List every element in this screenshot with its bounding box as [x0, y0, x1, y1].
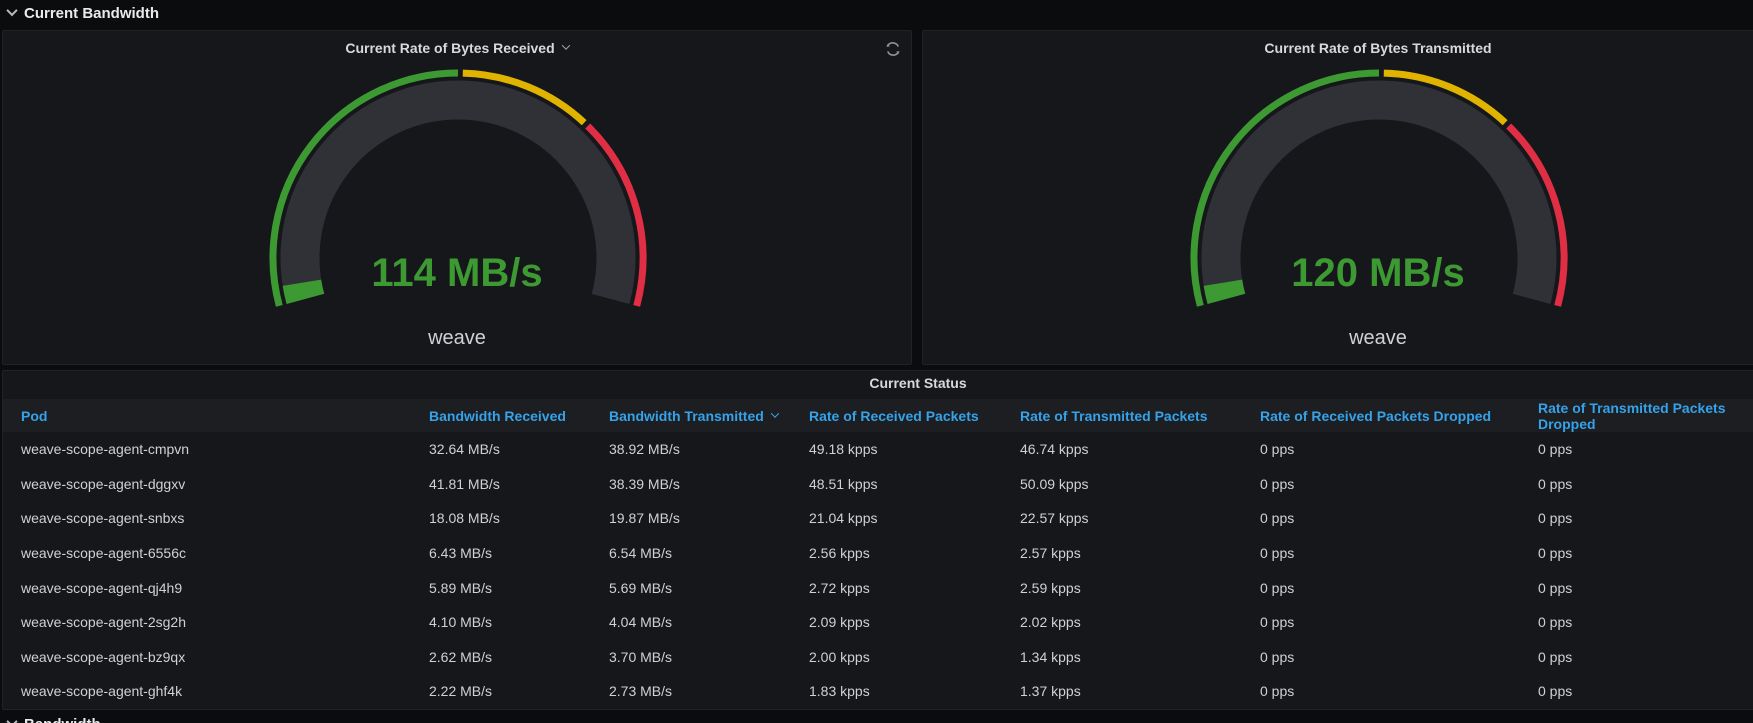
table-cell: 4.04 MB/s — [609, 614, 809, 630]
table-cell: 6.54 MB/s — [609, 545, 809, 561]
table-panel-title: Current Status — [3, 375, 1753, 391]
table-cell: 0 pps — [1260, 649, 1538, 665]
table-cell: 0 pps — [1260, 683, 1538, 699]
table-cell: 22.57 kpps — [1020, 510, 1260, 526]
table-cell: 19.87 MB/s — [609, 510, 809, 526]
chevron-down-icon — [561, 41, 569, 49]
table-row: weave-scope-agent-2sg2h 4.10 MB/s4.04 MB/… — [3, 605, 1753, 640]
table-row: weave-scope-agent-cmpvn 32.64 MB/s38.92 M… — [3, 432, 1753, 467]
pod-link[interactable]: weave-scope-agent-ghf4k — [21, 683, 182, 699]
table-cell: 0 pps — [1260, 580, 1538, 596]
table-cell: 2.57 kpps — [1020, 545, 1260, 561]
table-cell: 0 pps — [1260, 545, 1538, 561]
table-cell: 6.43 MB/s — [429, 545, 609, 561]
table-cell: 0 pps — [1538, 476, 1753, 492]
gauge-value: 114 MB/s — [3, 249, 911, 297]
table-cell: 46.74 kpps — [1020, 441, 1260, 457]
pod-link[interactable]: weave-scope-agent-2sg2h — [21, 614, 186, 630]
table-cell: 3.70 MB/s — [609, 649, 809, 665]
panel-title-bytes-transmitted[interactable]: Current Rate of Bytes Transmitted — [923, 40, 1753, 56]
table-cell: 2.59 kpps — [1020, 580, 1260, 596]
table-cell: 5.69 MB/s — [609, 580, 809, 596]
table-row: weave-scope-agent-ghf4k 2.22 MB/s2.73 MB/… — [3, 674, 1753, 709]
status-table: Pod Bandwidth Received Bandwidth Transmi… — [3, 399, 1753, 709]
pod-link[interactable]: weave-scope-agent-qj4h9 — [21, 580, 182, 596]
pod-link[interactable]: weave-scope-agent-cmpvn — [21, 441, 189, 457]
table-cell: 49.18 kpps — [809, 441, 1020, 457]
table-body: weave-scope-agent-cmpvn 32.64 MB/s38.92 M… — [3, 432, 1753, 709]
table-cell: 0 pps — [1260, 510, 1538, 526]
table-cell: 4.10 MB/s — [429, 614, 609, 630]
column-header-rate-received-packets-dropped[interactable]: Rate of Received Packets Dropped — [1260, 408, 1538, 424]
table-cell: 0 pps — [1538, 510, 1753, 526]
table-cell: 21.04 kpps — [809, 510, 1020, 526]
column-header-rate-transmitted-packets[interactable]: Rate of Transmitted Packets — [1020, 408, 1260, 424]
table-cell: 0 pps — [1538, 580, 1753, 596]
section-row-current-bandwidth[interactable]: Current Bandwidth — [0, 0, 159, 26]
table-cell: 1.37 kpps — [1020, 683, 1260, 699]
table-cell: 2.22 MB/s — [429, 683, 609, 699]
table-cell: 41.81 MB/s — [429, 476, 609, 492]
table-row: weave-scope-agent-bz9qx 2.62 MB/s3.70 MB/… — [3, 640, 1753, 675]
column-header-rate-transmitted-packets-dropped[interactable]: Rate of Transmitted Packets Dropped — [1538, 400, 1753, 432]
section-row-bandwidth[interactable]: Bandwidth — [0, 711, 101, 723]
table-cell: 2.09 kpps — [809, 614, 1020, 630]
table-row: weave-scope-agent-qj4h9 5.89 MB/s5.69 MB/… — [3, 570, 1753, 605]
table-cell: 0 pps — [1538, 649, 1753, 665]
panel-bytes-transmitted: Current Rate of Bytes Transmitted 120 MB… — [922, 30, 1753, 365]
table-cell: 2.56 kpps — [809, 545, 1020, 561]
table-cell: 38.92 MB/s — [609, 441, 809, 457]
panel-title-text: Current Rate of Bytes Received — [345, 40, 554, 56]
table-cell: 0 pps — [1260, 441, 1538, 457]
table-cell: 0 pps — [1260, 476, 1538, 492]
table-row: weave-scope-agent-6556c 6.43 MB/s6.54 MB/… — [3, 536, 1753, 571]
column-header-bandwidth-transmitted[interactable]: Bandwidth Transmitted — [609, 408, 809, 424]
table-cell: 0 pps — [1260, 614, 1538, 630]
table-header-row: Pod Bandwidth Received Bandwidth Transmi… — [3, 399, 1753, 432]
column-header-rate-received-packets[interactable]: Rate of Received Packets — [809, 408, 1020, 424]
refresh-icon — [882, 38, 904, 60]
panel-current-status: Current Status Pod Bandwidth Received Ba… — [2, 370, 1753, 710]
table-cell: 1.34 kpps — [1020, 649, 1260, 665]
table-row: weave-scope-agent-dggxv 41.81 MB/s38.39 M… — [3, 467, 1753, 502]
table-cell: 2.72 kpps — [809, 580, 1020, 596]
gauge-series-label: weave — [3, 326, 911, 350]
pod-link[interactable]: weave-scope-agent-snbxs — [21, 510, 184, 526]
table-cell: 2.02 kpps — [1020, 614, 1260, 630]
refresh-button[interactable] — [881, 37, 905, 61]
chevron-down-icon — [6, 4, 17, 15]
table-cell: 5.89 MB/s — [429, 580, 609, 596]
table-cell: 32.64 MB/s — [429, 441, 609, 457]
panel-title-text: Current Rate of Bytes Transmitted — [1264, 40, 1491, 56]
table-cell: 48.51 kpps — [809, 476, 1020, 492]
pod-link[interactable]: weave-scope-agent-6556c — [21, 545, 186, 561]
table-cell: 0 pps — [1538, 683, 1753, 699]
section-title: Bandwidth — [24, 716, 101, 723]
pod-link[interactable]: weave-scope-agent-bz9qx — [21, 649, 185, 665]
section-title: Current Bandwidth — [24, 5, 159, 22]
table-row: weave-scope-agent-snbxs 18.08 MB/s19.87 M… — [3, 501, 1753, 536]
gauge-value: 120 MB/s — [923, 249, 1753, 297]
table-cell: 50.09 kpps — [1020, 476, 1260, 492]
table-cell: 18.08 MB/s — [429, 510, 609, 526]
dashboard: Current Bandwidth Current Rate of Bytes … — [0, 0, 1753, 723]
pod-link[interactable]: weave-scope-agent-dggxv — [21, 476, 185, 492]
table-cell: 1.83 kpps — [809, 683, 1020, 699]
sort-chevron-down-icon — [771, 409, 779, 417]
gauge-series-label: weave — [923, 326, 1753, 350]
chevron-down-icon — [6, 715, 17, 723]
table-cell: 2.62 MB/s — [429, 649, 609, 665]
table-cell: 0 pps — [1538, 441, 1753, 457]
column-header-pod[interactable]: Pod — [21, 408, 429, 424]
table-cell: 0 pps — [1538, 614, 1753, 630]
table-cell: 0 pps — [1538, 545, 1753, 561]
column-header-bandwidth-received[interactable]: Bandwidth Received — [429, 408, 609, 424]
table-cell: 38.39 MB/s — [609, 476, 809, 492]
panel-bytes-received: Current Rate of Bytes Received 114 MB/s … — [2, 30, 912, 365]
table-cell: 2.00 kpps — [809, 649, 1020, 665]
panel-title-bytes-received[interactable]: Current Rate of Bytes Received — [3, 40, 911, 56]
table-cell: 2.73 MB/s — [609, 683, 809, 699]
